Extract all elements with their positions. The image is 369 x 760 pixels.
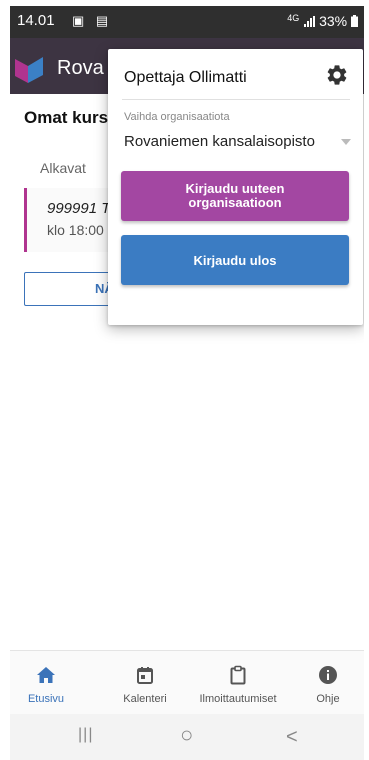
gear-icon[interactable] xyxy=(325,63,349,87)
org-select-label: Vaihda organisaatiota xyxy=(124,111,230,123)
clipboard-icon xyxy=(230,665,246,685)
status-bar: 14.01 ▣ ▤ 4G 33% xyxy=(10,6,364,38)
course-time: klo 18:00 xyxy=(47,222,104,238)
nav-calendar[interactable]: Kalenteri xyxy=(110,651,180,715)
user-name: Opettaja Ollimatti xyxy=(124,69,247,86)
nav-enrollments[interactable]: Ilmoittautumiset xyxy=(186,651,290,715)
notification-icons: ▣ ▤ xyxy=(72,13,113,28)
signal-icon xyxy=(304,16,316,27)
org-select-value: Rovaniemen kansalaisopisto xyxy=(124,133,315,150)
logout-button[interactable]: Kirjaudu ulos xyxy=(121,235,349,285)
logout-label: Kirjaudu ulos xyxy=(193,252,277,268)
nav-help-label: Ohje xyxy=(316,693,340,705)
course-code: 999991 T xyxy=(47,200,111,217)
dropdown-caret-icon xyxy=(341,139,351,145)
status-right: 4G 33% xyxy=(287,13,358,29)
bottom-navigation: Etusivu Kalenteri Ilmoittautumiset Ohje xyxy=(10,650,364,715)
battery-icon xyxy=(351,15,358,27)
nav-calendar-label: Kalenteri xyxy=(123,693,167,705)
battery-percent: 33% xyxy=(319,13,348,29)
nav-home[interactable]: Etusivu xyxy=(10,651,82,715)
calendar-icon xyxy=(137,667,153,684)
user-menu-popup: Opettaja Ollimatti Vaihda organisaatiota… xyxy=(108,49,363,325)
nav-help[interactable]: Ohje xyxy=(300,651,356,715)
tab-upcoming[interactable]: Alkavat xyxy=(40,160,86,176)
phone-screen: 14.01 ▣ ▤ 4G 33% Rova Omat kurs Alkavat … xyxy=(10,6,364,760)
app-logo-icon xyxy=(15,57,43,83)
info-icon xyxy=(319,666,337,684)
menu-divider xyxy=(122,99,350,100)
status-time: 14.01 xyxy=(17,12,55,29)
back-button[interactable]: < xyxy=(286,726,298,749)
org-select[interactable]: Rovaniemen kansalaisopisto xyxy=(124,133,352,157)
page-title: Omat kurs xyxy=(24,108,109,127)
login-new-org-label: Kirjaudu uuteen organisaatioon xyxy=(185,181,285,210)
app-title: Rova xyxy=(57,57,104,79)
system-navigation-bar: ||| ○ < xyxy=(10,714,364,760)
network-type: 4G xyxy=(287,13,300,23)
home-icon xyxy=(37,667,55,683)
nav-home-label: Etusivu xyxy=(27,693,65,705)
recents-button[interactable]: ||| xyxy=(78,726,93,744)
home-button[interactable]: ○ xyxy=(180,722,193,748)
nav-enrollments-label: Ilmoittautumiset xyxy=(199,693,277,705)
login-new-org-button[interactable]: Kirjaudu uuteen organisaatioon xyxy=(121,171,349,221)
